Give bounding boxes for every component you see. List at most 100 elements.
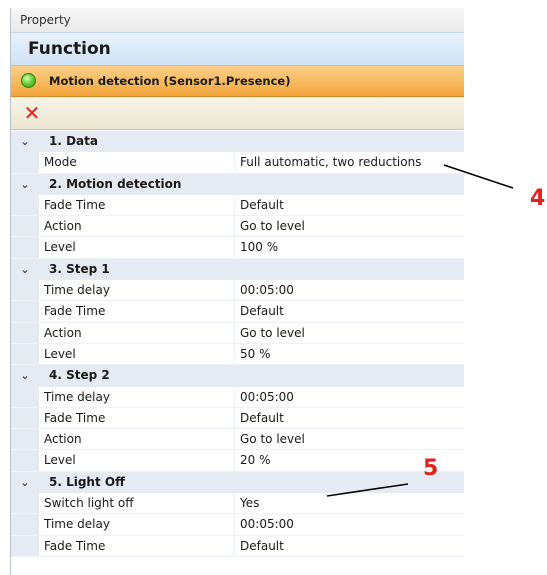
property-row[interactable]: Action Go to level <box>11 429 464 451</box>
category-2[interactable]: ⌄ 2. Motion detection <box>11 173 464 195</box>
function-header: Function <box>11 32 464 66</box>
category-label: 1. Data <box>49 134 98 148</box>
property-value[interactable]: 50 % <box>240 344 271 365</box>
row-gutter <box>11 343 39 365</box>
property-row[interactable]: Time delay 00:05:00 <box>11 280 464 302</box>
property-value[interactable]: Go to level <box>240 323 305 344</box>
row-gutter <box>11 194 39 216</box>
property-row[interactable]: Action Go to level <box>11 216 464 238</box>
property-value[interactable]: Full automatic, two reductions <box>240 152 421 173</box>
property-value[interactable]: Go to level <box>240 429 305 450</box>
sensor-bar[interactable]: Motion detection (Sensor1.Presence) <box>11 66 464 97</box>
category-label: 2. Motion detection <box>49 176 182 191</box>
chevron-down-icon[interactable]: ⌄ <box>19 365 31 386</box>
property-name: Fade Time <box>44 304 106 319</box>
property-row[interactable]: Fade Time Default <box>11 535 464 557</box>
property-row[interactable]: Level 20 % <box>11 450 464 472</box>
property-name: Fade Time <box>44 197 106 212</box>
property-value[interactable]: Yes <box>240 493 259 514</box>
column-divider <box>234 514 235 535</box>
property-value[interactable]: Default <box>240 195 284 216</box>
row-gutter <box>11 535 39 556</box>
chevron-down-icon[interactable]: ⌄ <box>19 259 31 280</box>
property-name: Time delay <box>44 389 110 404</box>
column-divider <box>234 386 235 407</box>
column-divider <box>234 301 235 322</box>
category-label: 3. Step 1 <box>49 261 110 276</box>
property-row[interactable]: Action Go to level <box>11 322 464 344</box>
property-name: Fade Time <box>44 538 106 553</box>
column-divider <box>234 237 235 258</box>
green-status-icon <box>21 73 36 88</box>
property-name: Action <box>44 432 82 447</box>
column-divider <box>234 152 235 173</box>
category-label: 4. Step 2 <box>49 368 110 383</box>
property-name: Time delay <box>44 517 110 532</box>
property-row[interactable]: Mode Full automatic, two reductions <box>11 152 464 174</box>
row-gutter <box>11 493 39 514</box>
property-name: Time delay <box>44 283 110 298</box>
property-name: Switch light off <box>44 496 134 511</box>
delete-icon[interactable]: ✕ <box>22 103 42 123</box>
column-divider <box>234 493 235 514</box>
property-value[interactable]: 20 % <box>240 450 271 471</box>
row-gutter <box>11 237 39 258</box>
property-row[interactable]: Time delay 00:05:00 <box>11 514 464 536</box>
property-value[interactable]: Default <box>240 536 284 557</box>
toolbar: ✕ <box>11 97 464 130</box>
column-divider <box>234 322 235 343</box>
property-name: Action <box>44 219 82 234</box>
property-name: Level <box>44 240 76 255</box>
column-divider <box>234 280 235 301</box>
chevron-down-icon[interactable]: ⌄ <box>19 174 31 195</box>
property-value[interactable]: 00:05:00 <box>240 387 294 408</box>
property-value[interactable]: Go to level <box>240 216 305 237</box>
category-5[interactable]: ⌄ 5. Light Off <box>11 471 464 494</box>
column-divider <box>234 194 235 216</box>
column-divider <box>234 343 235 365</box>
property-value[interactable]: Default <box>240 408 284 429</box>
row-gutter <box>11 322 39 343</box>
column-divider <box>234 216 235 237</box>
property-row[interactable]: Fade Time Default <box>11 301 464 323</box>
row-gutter <box>11 407 39 429</box>
property-name: Fade Time <box>44 410 106 425</box>
property-row[interactable]: Level 100 % <box>11 237 464 259</box>
column-divider <box>234 535 235 556</box>
property-panel: Property Function Motion detection (Sens… <box>10 8 464 575</box>
property-name: Level <box>44 453 76 468</box>
category-label: 5. Light Off <box>49 474 125 489</box>
property-name: Mode <box>44 155 77 170</box>
category-4[interactable]: ⌄ 4. Step 2 <box>11 365 464 387</box>
property-row[interactable]: Switch light off Yes <box>11 493 464 515</box>
row-gutter <box>11 152 39 173</box>
property-row[interactable]: Fade Time Default <box>11 194 464 217</box>
property-name: Action <box>44 325 82 340</box>
row-gutter <box>11 429 39 450</box>
callout-number-4: 4 <box>530 186 546 211</box>
property-row[interactable]: Time delay 00:05:00 <box>11 386 464 408</box>
property-row[interactable]: Fade Time Default <box>11 407 464 430</box>
property-value[interactable]: 00:05:00 <box>240 280 294 301</box>
property-value[interactable]: Default <box>240 301 284 322</box>
chevron-down-icon[interactable]: ⌄ <box>19 472 31 493</box>
column-divider <box>234 450 235 471</box>
chevron-down-icon[interactable]: ⌄ <box>19 131 31 152</box>
property-name: Level <box>44 346 76 361</box>
property-grid: ⌄ 1. Data Mode Full automatic, two reductio… <box>11 131 464 557</box>
property-value[interactable]: 00:05:00 <box>240 514 294 535</box>
panel-title: Property <box>11 8 464 32</box>
row-gutter <box>11 386 39 407</box>
sensor-label: Motion detection (Sensor1.Presence) <box>49 74 291 88</box>
row-gutter <box>11 301 39 322</box>
row-gutter <box>11 280 39 301</box>
row-gutter <box>11 216 39 237</box>
property-row[interactable]: Level 50 % <box>11 343 464 366</box>
category-1[interactable]: ⌄ 1. Data <box>11 131 464 153</box>
column-divider <box>234 429 235 450</box>
category-3[interactable]: ⌄ 3. Step 1 <box>11 258 464 281</box>
column-divider <box>234 407 235 429</box>
row-gutter <box>11 450 39 471</box>
row-gutter <box>11 514 39 535</box>
property-value[interactable]: 100 % <box>240 237 278 258</box>
